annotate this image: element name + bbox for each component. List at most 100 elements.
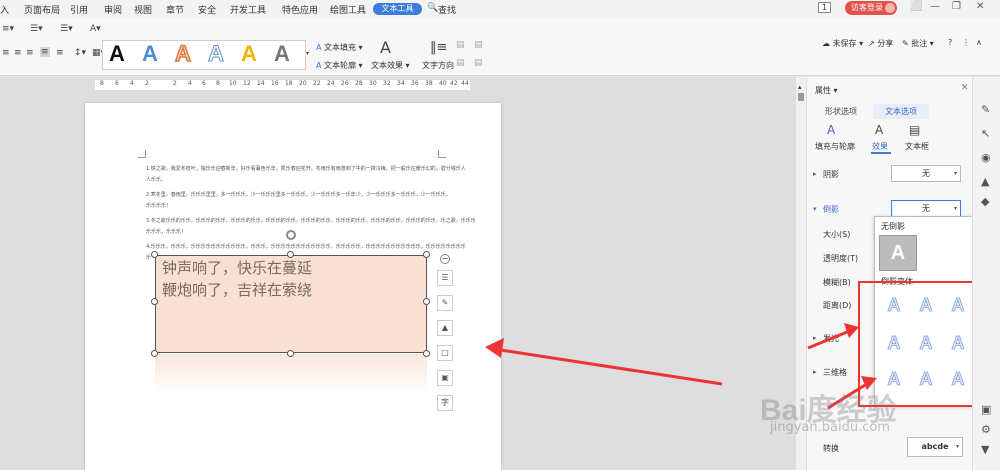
skin-icon[interactable]: ⬜ — [910, 1, 922, 12]
close-window-icon[interactable]: ✕ — [976, 1, 984, 12]
menu-page-layout[interactable]: 页面布局 — [24, 3, 60, 16]
style-orange-outline-a[interactable]: A — [174, 40, 191, 67]
textbox-break-icon[interactable]: ▤ — [474, 58, 483, 68]
textbox-icon[interactable]: ▤ — [909, 123, 920, 137]
menu-dev-tools[interactable]: 开发工具 — [230, 3, 266, 16]
expand-icon[interactable]: ▸ — [813, 170, 817, 178]
tab-text-options[interactable]: 文本选项 — [873, 104, 929, 119]
subtab-effect[interactable]: 效果 — [872, 141, 888, 152]
numbered-list-icon[interactable]: ☰▾ — [60, 24, 73, 34]
scroll-thumb[interactable] — [798, 93, 804, 101]
comment-button[interactable]: ✎ 批注 ▾ — [902, 38, 934, 49]
image-icon[interactable]: ▣ — [437, 370, 453, 386]
menu-text-tools[interactable]: 文本工具 — [373, 3, 422, 15]
image-icon[interactable]: ▣ — [981, 403, 991, 416]
reflection-select[interactable]: 无 ▾ — [891, 200, 961, 217]
outline-icon[interactable]: □ — [437, 345, 453, 361]
justify-icon[interactable]: ≡ — [40, 47, 50, 57]
rotate-handle[interactable] — [286, 230, 296, 240]
transform-select[interactable]: abcde ▾ — [907, 437, 963, 457]
help-icon[interactable]: ? — [948, 38, 952, 47]
resize-handle[interactable] — [151, 350, 158, 357]
distribute-icon[interactable]: ≡ — [56, 48, 64, 58]
menu-security[interactable]: 安全 — [198, 3, 216, 16]
chevron-down-icon: ▾ — [927, 39, 934, 48]
unsaved-button[interactable]: ☁ 未保存 ▾ — [822, 38, 863, 49]
expand-icon[interactable]: ▸ — [813, 368, 817, 376]
font-size-icon[interactable]: A▾ — [90, 24, 101, 34]
search-icon[interactable]: 🔍 — [427, 3, 438, 13]
menu-section[interactable]: 章节 — [166, 3, 184, 16]
text-fill-icon: A — [316, 43, 325, 52]
shape-icon[interactable]: ◆ — [981, 195, 989, 208]
resize-handle[interactable] — [423, 298, 430, 305]
restore-icon[interactable]: ❐ — [952, 1, 961, 12]
align-left-icon[interactable]: ≡ — [2, 48, 10, 58]
menu-review[interactable]: 审阅 — [104, 3, 122, 16]
gear-icon[interactable]: ⚙ — [981, 423, 991, 436]
minimize-icon[interactable]: — — [930, 1, 940, 12]
menu-special-apps[interactable]: 特色应用 — [282, 3, 318, 16]
properties-title[interactable]: 属性 ▾ — [815, 85, 838, 96]
text-char-icon[interactable]: 字 — [437, 395, 453, 411]
style-black-a[interactable]: A — [109, 41, 125, 67]
fill-outline-icon[interactable]: A — [827, 123, 835, 137]
style-yellow-a[interactable]: A — [241, 41, 257, 67]
location-icon[interactable]: ◉ — [981, 151, 991, 164]
textbox-align-icon[interactable]: ▤ — [456, 40, 465, 50]
resize-handle[interactable] — [151, 298, 158, 305]
list-icon[interactable]: ☰▾ — [30, 24, 43, 34]
menu-insert[interactable]: 入 — [0, 3, 9, 16]
resize-handle[interactable] — [151, 251, 158, 258]
scroll-up-icon[interactable]: ▴ — [798, 83, 802, 91]
resize-handle[interactable] — [287, 350, 294, 357]
textbox-content[interactable]: 钟声响了，快乐在蔓延 鞭炮响了，吉祥在萦绕 — [162, 257, 312, 301]
cursor-icon[interactable]: ↖ — [981, 127, 990, 140]
ruler-mark: 32 — [383, 80, 391, 87]
resize-handle[interactable] — [423, 350, 430, 357]
visitor-login-button[interactable]: 访客登录 — [845, 1, 897, 15]
close-icon[interactable]: ✕ — [961, 83, 969, 93]
expand-icon[interactable]: ▸ — [813, 334, 817, 342]
share-button[interactable]: ↗ 分享 — [868, 38, 893, 49]
textbox-wrap-icon[interactable]: ▤ — [474, 40, 483, 50]
textbox-link-icon[interactable]: ▤ — [456, 58, 465, 68]
collapse-ribbon-icon[interactable]: ∧ — [976, 38, 982, 47]
text-effect-icon[interactable]: A — [380, 38, 391, 57]
indent-icon[interactable]: ≡▾ — [2, 24, 14, 34]
text-effect-button[interactable]: 文本效果 ▾ — [371, 60, 410, 71]
no-reflection-option[interactable]: A — [879, 235, 917, 271]
text-outline-button[interactable]: A 文本轮廓 ▾ — [316, 60, 363, 71]
align-right-icon[interactable]: ≡ — [26, 48, 34, 58]
pencil-icon[interactable]: ✎ — [437, 295, 453, 311]
layout-options-icon[interactable]: ☰ — [437, 270, 453, 286]
text-fill-button[interactable]: A 文本填充 ▾ — [316, 42, 363, 53]
style-blue-outline-a[interactable]: A — [208, 41, 225, 67]
pencil-icon[interactable]: ✎ — [981, 103, 990, 116]
line-spacing-icon[interactable]: ↕▾ — [74, 48, 86, 58]
text-direction-button[interactable]: 文字方向 — [422, 60, 454, 71]
fill-bucket-icon[interactable]: ▲ — [437, 320, 453, 336]
effect-icon[interactable]: A — [875, 123, 883, 137]
shadow-select[interactable]: 无 ▾ — [891, 165, 961, 182]
collapse-section-icon[interactable]: ▾ — [813, 205, 817, 213]
subtab-textbox[interactable]: 文本框 — [905, 141, 929, 152]
more-icon[interactable]: ⋮ — [962, 38, 970, 47]
menu-drawing-tools[interactable]: 绘图工具 — [330, 3, 366, 16]
style-blue-a[interactable]: A — [142, 41, 158, 67]
text-direction-icon[interactable]: ‖≡ — [430, 40, 447, 55]
resize-handle[interactable] — [287, 251, 294, 258]
scroll-down-icon[interactable]: ▼ — [981, 443, 989, 456]
gallery-more-icon[interactable]: ▾ — [306, 50, 309, 57]
subtab-fill-outline[interactable]: 填充与轮廓 — [815, 141, 855, 152]
shadow-value: 无 — [922, 169, 930, 178]
collapse-icon[interactable]: − — [440, 254, 450, 264]
menu-search[interactable]: 查找 — [438, 3, 456, 16]
bucket-icon[interactable]: ▲ — [981, 175, 989, 188]
style-gray-a[interactable]: A — [274, 41, 290, 67]
align-center-icon[interactable]: ≡ — [14, 48, 22, 58]
tab-shape-options[interactable]: 形状选项 — [813, 104, 869, 119]
menu-view[interactable]: 视图 — [134, 3, 152, 16]
resize-handle[interactable] — [423, 251, 430, 258]
menu-references[interactable]: 引用 — [70, 3, 88, 16]
